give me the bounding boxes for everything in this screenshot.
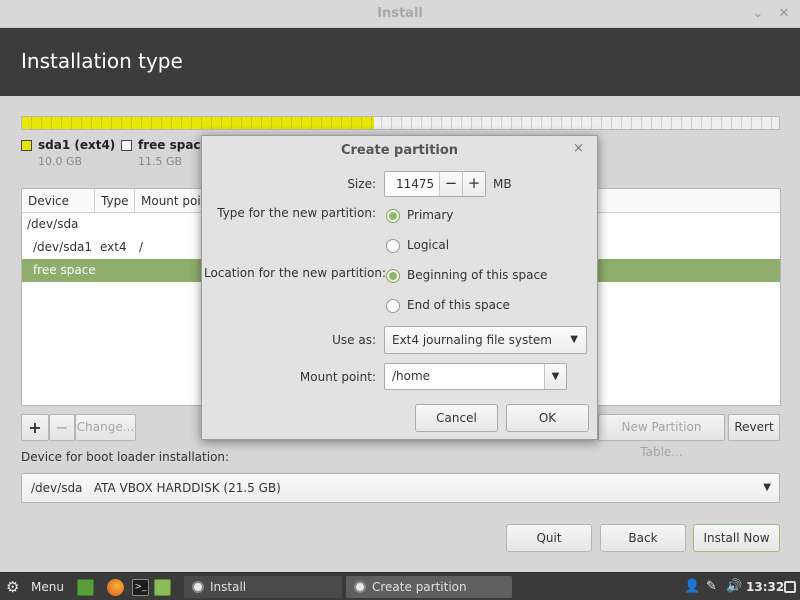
create-partition-dialog: Create partition × Size: 11475 − + MB Ty… [201, 135, 598, 440]
size-unit: MB [493, 177, 512, 191]
mount-point-label: Mount point: [299, 370, 376, 384]
use-as-select[interactable]: Ext4 journaling file system ▼ [384, 326, 587, 354]
user-icon[interactable]: 👤 [684, 573, 700, 600]
partition-bar [21, 116, 780, 130]
use-as-label: Use as: [332, 333, 376, 347]
cell-mount: / [139, 240, 144, 254]
mount-point-value[interactable]: /home [392, 369, 430, 383]
dialog-close-icon[interactable]: × [573, 141, 584, 156]
taskbar: ⚙ Menu >_ Install Create partition 👤 ✎ 🔊… [0, 572, 800, 600]
size-value[interactable]: 11475 [396, 177, 434, 191]
location-label: Location for the new partition: [204, 266, 386, 280]
page-header: Installation type [0, 28, 800, 96]
dropdown-arrow-icon[interactable]: ▼ [544, 364, 566, 389]
notification-icon[interactable] [784, 573, 798, 600]
ok-button[interactable]: OK [506, 404, 589, 432]
radio-logical-label[interactable]: Logical [407, 238, 449, 252]
revert-button[interactable]: Revert [728, 414, 780, 441]
close-icon[interactable]: ✕ [774, 4, 794, 24]
radio-beginning[interactable] [386, 269, 400, 283]
size-increase-button[interactable]: + [462, 172, 485, 196]
radio-primary-label[interactable]: Primary [407, 208, 453, 222]
back-button[interactable]: Back [600, 524, 686, 552]
legend-name: sda1 (ext4) [38, 138, 116, 152]
add-partition-button[interactable]: + [21, 414, 49, 441]
remove-partition-button[interactable]: − [49, 414, 75, 441]
taskbar-window-label: Create partition [372, 580, 467, 594]
cancel-button[interactable]: Cancel [415, 404, 498, 432]
radio-end[interactable] [386, 299, 400, 313]
boot-loader-value: /dev/sda ATA VBOX HARDDISK (21.5 GB) [31, 481, 281, 495]
show-desktop-icon[interactable] [77, 579, 94, 596]
legend-size: 10.0 GB [38, 155, 83, 168]
legend-size: 11.5 GB [138, 155, 183, 168]
radio-primary[interactable] [386, 209, 400, 223]
installer-icon [354, 581, 366, 593]
taskbar-window-create-partition[interactable]: Create partition [346, 576, 512, 598]
quit-button[interactable]: Quit [506, 524, 592, 552]
page-title: Installation type [21, 49, 183, 73]
legend-swatch [121, 140, 132, 151]
boot-loader-label: Device for boot loader installation: [21, 450, 230, 464]
minimize-icon[interactable]: ⌄ [748, 4, 768, 24]
new-partition-table-button[interactable]: New Partition Table... [598, 414, 725, 459]
firefox-icon[interactable] [107, 579, 124, 596]
size-stepper[interactable]: 11475 − + [384, 171, 486, 197]
dialog-title: Create partition [340, 143, 459, 158]
radio-end-label[interactable]: End of this space [407, 298, 510, 312]
use-as-value: Ext4 journaling file system [392, 333, 552, 347]
column-type[interactable]: Type [95, 189, 135, 213]
install-now-button[interactable]: Install Now [693, 524, 780, 552]
network-icon[interactable]: ✎ [706, 573, 717, 600]
dropdown-arrow-icon: ▼ [763, 482, 771, 493]
installer-icon [192, 581, 204, 593]
radio-logical[interactable] [386, 239, 400, 253]
taskbar-window-install[interactable]: Install [184, 576, 342, 598]
dropdown-arrow-icon: ▼ [570, 334, 578, 345]
radio-beginning-label[interactable]: Beginning of this space [407, 268, 547, 282]
cell-device: /dev/sda1 [33, 240, 93, 254]
partition-bar-used [22, 117, 374, 129]
gear-icon[interactable]: ⚙ [6, 573, 19, 600]
size-decrease-button[interactable]: − [439, 172, 462, 196]
legend-name: free space [138, 138, 209, 152]
window-titlebar: Install ⌄ ✕ [0, 0, 800, 28]
menu-button[interactable]: Menu [31, 573, 64, 600]
terminal-icon[interactable]: >_ [132, 579, 149, 596]
cell-device: free space [33, 263, 96, 277]
taskbar-window-label: Install [210, 580, 247, 594]
folder-icon[interactable] [154, 579, 171, 596]
legend-swatch [21, 140, 32, 151]
column-device[interactable]: Device [22, 189, 95, 213]
change-partition-button[interactable]: Change... [75, 414, 136, 441]
window-title: Install [377, 6, 423, 21]
mount-point-combobox[interactable]: /home ▼ [384, 363, 567, 390]
volume-icon[interactable]: 🔊 [726, 573, 742, 600]
size-label: Size: [347, 177, 376, 191]
boot-loader-select[interactable]: /dev/sda ATA VBOX HARDDISK (21.5 GB) ▼ [21, 473, 780, 503]
cell-type: ext4 [100, 240, 127, 254]
cell-device: /dev/sda [27, 217, 79, 231]
clock[interactable]: 13:32 [746, 573, 784, 600]
type-label: Type for the new partition: [217, 206, 376, 220]
